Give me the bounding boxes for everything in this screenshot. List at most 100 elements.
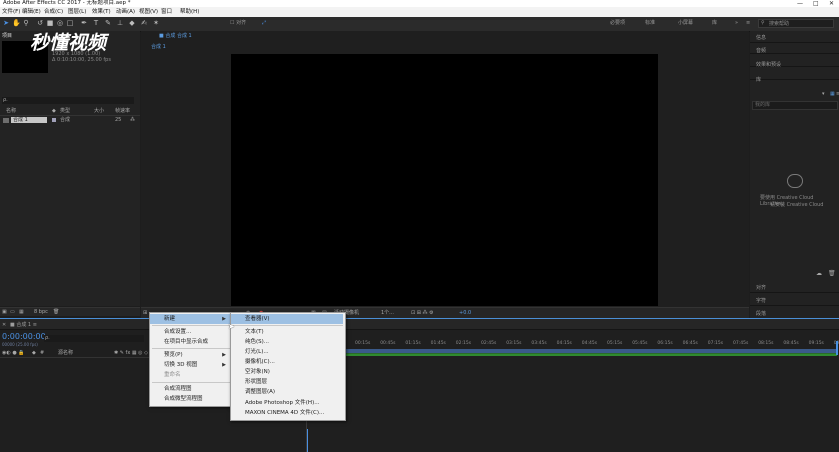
workspace-standard[interactable]: 标准 — [645, 19, 655, 28]
menu-item-preview[interactable]: 预览(P) ▶ — [150, 350, 230, 360]
flowchart-icon[interactable]: ⁂ — [130, 117, 135, 123]
time-ruler[interactable]: 00:15s 00:45s 01:15s 01:45s 02:15s 02:45s 03:1… — [345, 341, 839, 349]
bit-depth-button[interactable]: 8 bpc — [34, 309, 48, 315]
minimize-button[interactable]: — — [797, 0, 803, 7]
pan-behind-tool-icon[interactable]: ◎ — [56, 19, 64, 28]
magnification-icon[interactable]: ⊞ — [143, 310, 147, 316]
hand-tool-icon[interactable]: ✋ — [12, 19, 21, 28]
submenu-item-text[interactable]: 文本(T) — [231, 327, 343, 337]
eraser-tool-icon[interactable]: ◆ — [128, 19, 136, 28]
workspace-small-screen[interactable]: 小屏幕 — [678, 19, 693, 28]
column-framerate[interactable]: 帧速率 — [115, 108, 130, 114]
timeline-search-input[interactable]: ρ. — [44, 335, 144, 342]
menu-effect[interactable]: 效果(T) — [92, 7, 111, 17]
menu-help[interactable]: 帮助(H) — [180, 7, 199, 17]
menu-composition[interactable]: 合成(C) — [44, 7, 63, 17]
roto-brush-tool-icon[interactable]: ✍ — [140, 19, 148, 28]
panel-libraries[interactable]: 库 — [756, 76, 761, 83]
library-delete-icon[interactable]: 🗑 — [828, 270, 836, 277]
menu-view[interactable]: 视图(V) — [139, 7, 158, 17]
panel-effects-presets[interactable]: 效果和预设 — [756, 61, 781, 68]
submenu-item-null-object[interactable]: 空对象(N) — [231, 367, 343, 377]
submenu-item-cinema4d-file[interactable]: MAXON CINEMA 4D 文件(C)... — [231, 408, 343, 418]
close-button[interactable]: ✕ — [829, 0, 834, 7]
workspace-essentials[interactable]: 必要项 — [610, 19, 625, 28]
new-composition-icon[interactable]: ▦ — [19, 309, 24, 315]
project-item-row[interactable]: 合成 1 合成 25 ⁂ — [0, 117, 140, 124]
menu-animation[interactable]: 动画(A) — [116, 7, 135, 17]
panel-audio[interactable]: 音频 — [756, 47, 766, 54]
new-folder-icon[interactable]: ▭ — [10, 309, 15, 315]
view-layout-dropdown[interactable]: 1个... — [381, 310, 394, 316]
delete-icon[interactable]: 🗑 — [53, 309, 59, 315]
menu-file[interactable]: 文件(F) — [2, 7, 20, 17]
menu-item-new[interactable]: 新建 ▶ — [150, 314, 230, 324]
creative-cloud-sync-icon[interactable]: ☁ — [816, 270, 822, 277]
workspace-overflow-icon[interactable]: » — [735, 19, 738, 28]
column-name[interactable]: 名称 — [6, 108, 16, 114]
menu-item-reveal-in-project[interactable]: 在项目中显示合成 — [150, 337, 230, 347]
tab-project[interactable]: 项目 — [2, 33, 12, 39]
type-tool-icon[interactable]: T — [92, 19, 100, 28]
menu-item-comp-settings[interactable]: 合成设置... — [150, 327, 230, 337]
maximize-button[interactable]: □ — [813, 0, 819, 7]
library-add-icon[interactable]: ▾ — [822, 91, 825, 97]
interpret-footage-icon[interactable]: ▣ — [2, 309, 7, 315]
grid-view-icon[interactable]: ▦ — [830, 91, 835, 97]
panel-character[interactable]: 字符 — [756, 297, 766, 304]
panel-align[interactable]: 对齐 — [756, 284, 766, 291]
panel-info[interactable]: 信息 — [756, 34, 766, 41]
selection-tool-icon[interactable]: ➤ — [2, 19, 10, 28]
current-time-display[interactable]: 0:00:00:00 — [2, 332, 46, 341]
workspace-libraries[interactable]: 库 — [712, 19, 717, 28]
submenu-item-camera[interactable]: 摄像机(C)... — [231, 357, 343, 367]
menu-edit[interactable]: 编辑(E) — [22, 7, 41, 17]
snap-checkbox[interactable]: ☐ 对齐 — [230, 19, 246, 28]
submenu-item-light[interactable]: 灯光(L)... — [231, 347, 343, 357]
menu-layer[interactable]: 图层(L) — [68, 7, 86, 17]
menu-item-comp-mini-flowchart[interactable]: 合成微型流程图 — [150, 394, 230, 404]
exposure-value[interactable]: +0.0 — [459, 310, 471, 316]
snap-icon[interactable]: ⤢ — [262, 19, 266, 28]
source-name-column[interactable]: 源名称 — [58, 350, 73, 356]
submenu-item-viewer[interactable]: 查看器(V) — [231, 314, 343, 324]
tab-timeline-comp[interactable]: ■ 合成 1 ≡ — [10, 322, 37, 328]
timeline-close-icon[interactable]: ✕ — [2, 322, 6, 328]
view-options-icons[interactable]: ⊡ ⊞ ⁂ ⚙ — [411, 310, 434, 316]
submenu-item-solid[interactable]: 纯色(S)... — [231, 337, 343, 347]
label-color-swatch[interactable] — [52, 118, 56, 122]
zoom-tool-icon[interactable]: ⚲ — [22, 19, 30, 28]
library-dropdown[interactable]: 我的库 — [752, 101, 838, 110]
rectangle-tool-icon[interactable]: □ — [66, 19, 74, 28]
ruler-tick-label: 00:15s — [355, 341, 371, 346]
camera-tool-icon[interactable]: ■ — [46, 19, 54, 28]
project-item-name[interactable]: 合成 1 — [11, 117, 47, 123]
menu-item-switch-3d-view[interactable]: 切换 3D 视图 ▶ — [150, 360, 230, 370]
clone-stamp-tool-icon[interactable]: ⊥ — [116, 19, 124, 28]
breadcrumb[interactable]: 合成 1 — [151, 44, 166, 50]
rotate-tool-icon[interactable]: ↺ — [36, 19, 44, 28]
workspace-menu-icon[interactable]: ≡ — [746, 19, 750, 28]
submenu-item-shape-layer[interactable]: 形状图层 — [231, 377, 343, 387]
menu-item-new-label: 新建 — [164, 316, 176, 322]
tab-composition[interactable]: ■ 合成 合成 1 — [159, 33, 192, 39]
menu-item-comp-flowchart[interactable]: 合成流程图 — [150, 384, 230, 394]
submenu-item-photoshop-file[interactable]: Adobe Photoshop 文件(H)... — [231, 398, 343, 408]
menu-window[interactable]: 窗口 — [161, 7, 172, 17]
help-search-input[interactable]: 搜索帮助 — [758, 19, 834, 28]
comp-viewer-canvas[interactable] — [231, 54, 658, 306]
comp-duration: Δ 0:10:10:00, 25.00 fps — [52, 57, 111, 63]
time-indicator-handle[interactable] — [836, 341, 838, 355]
pen-tool-icon[interactable]: ✒ — [80, 19, 88, 28]
column-type[interactable]: 类型 — [60, 108, 70, 114]
panel-paragraph[interactable]: 段落 — [756, 310, 766, 317]
submenu-item-adjustment-layer[interactable]: 调整图层(A) — [231, 387, 343, 397]
ruler-tick-label: 04:15s — [556, 341, 572, 346]
ruler-tick-label: 07:45s — [733, 341, 749, 346]
puppet-tool-icon[interactable]: ✶ — [152, 19, 160, 28]
project-search-input[interactable]: ρ. — [2, 97, 134, 104]
brush-tool-icon[interactable]: ✎ — [104, 19, 112, 28]
tools-panel: ➤ ✋ ⚲ ↺ ■ ◎ □ ✒ T ✎ ⊥ ◆ ✍ ✶ ☐ 对齐 ⤢ 必要项 标… — [0, 17, 839, 32]
column-size[interactable]: 大小 — [94, 108, 104, 114]
label-column-icon: ◆ — [32, 350, 36, 356]
